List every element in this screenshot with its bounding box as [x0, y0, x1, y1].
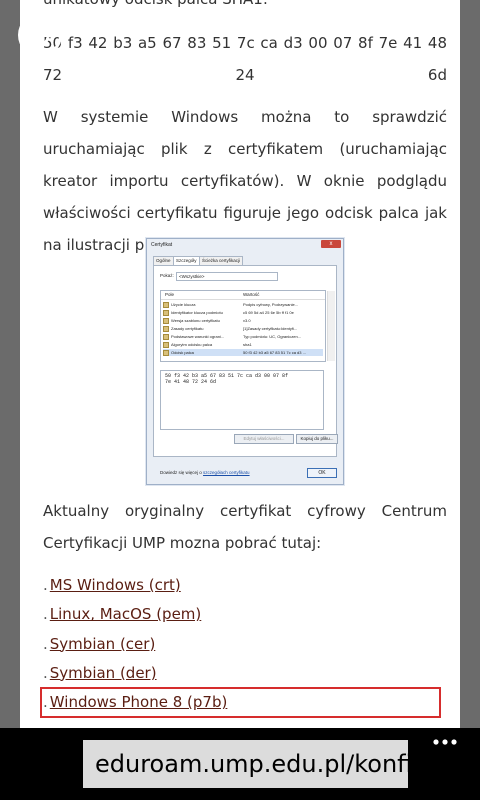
list-item: Wersja szablonu certyfikatu v3.0 [163, 317, 323, 324]
address-bar[interactable]: eduroam.ump.edu.pl/konfigu [83, 740, 408, 788]
ok-button: OK [307, 468, 337, 478]
copy-to-file-button: Kopiuj do pliku... [296, 434, 338, 444]
close-icon: x [321, 240, 341, 248]
edit-properties-button: Edytuj właściwości... [234, 434, 294, 444]
link-symbian-der[interactable]: Symbian (der) [50, 664, 157, 682]
refresh-icon[interactable] [18, 13, 62, 57]
field-icon [163, 349, 169, 356]
list-scrollbar [327, 291, 335, 361]
highlight-box [40, 687, 441, 718]
more-dots-icon[interactable] [431, 730, 461, 748]
field-icon [163, 341, 169, 348]
list-item: Odcisk palca 50 f3 42 b3 a5 67 83 51 7c c… [163, 349, 323, 356]
list-item: Algorytm odcisku palca sha1 [163, 341, 323, 348]
windows-paragraph: W systemie Windows można to sprawdzić ur… [43, 108, 447, 254]
list-item: . Symbian (der) [43, 663, 157, 682]
learn-more: Dowiedz się więcej o szczegółach certyfi… [160, 470, 250, 475]
field-icon [163, 333, 169, 340]
list-item: Zasady certyfikatu [1]Zasady certyfikatu:… [163, 325, 323, 332]
link-ms-windows-crt[interactable]: MS Windows (crt) [50, 576, 181, 594]
show-label: Pokaż: [160, 273, 174, 278]
col-value: Wartość [243, 292, 260, 297]
field-icon [163, 309, 169, 316]
screenshot-title: Certyfikat [151, 242, 173, 248]
list-header: Pole Wartość [161, 291, 325, 300]
list-item: . MS Windows (crt) [43, 576, 181, 594]
download-paragraph: Aktualny oryginalny certyfikat cyfrowy C… [43, 502, 447, 552]
list-item: Identyfikator klucza podmiotu c5 69 5d a4… [163, 309, 323, 316]
field-icon [163, 325, 169, 332]
list-item: Podstawowe warunki ograni... Typ podmiotu… [163, 333, 323, 340]
col-field: Pole [165, 292, 175, 297]
certificate-screenshot: Certyfikat x Ogólne Szczegóły Ścieżka ce… [146, 238, 344, 485]
link-linux-macos-pem[interactable]: Linux, MacOS (pem) [50, 605, 202, 623]
fields-list: Pole Wartość Użycie klucza Podpis cyfrowy… [160, 290, 335, 362]
show-select: <Wszystkie> [176, 272, 278, 281]
detail-line: 7e 41 48 72 24 6d [165, 379, 217, 385]
screenshot-tab-body: Pokaż: <Wszystkie> Pole Wartość Użycie k… [153, 265, 338, 475]
detail-box: 50 f3 42 b3 a5 67 83 51 7c ca d3 00 07 8… [160, 370, 324, 430]
link-symbian-cer[interactable]: Symbian (cer) [50, 635, 156, 653]
list-item: Użycie klucza Podpis cyfrowy, Podrzywanie… [163, 301, 323, 308]
list-item: . Linux, MacOS (pem) [43, 605, 202, 624]
list-item: . Symbian (cer) [43, 634, 156, 653]
field-icon [163, 317, 169, 324]
paragraph-cut-top: unikatowy odcisk palca SHA1: [43, 0, 447, 15]
thumbprint-text: 50 f3 42 b3 a5 67 83 51 7c ca d3 00 07 8… [43, 34, 447, 84]
field-icon [163, 301, 169, 308]
